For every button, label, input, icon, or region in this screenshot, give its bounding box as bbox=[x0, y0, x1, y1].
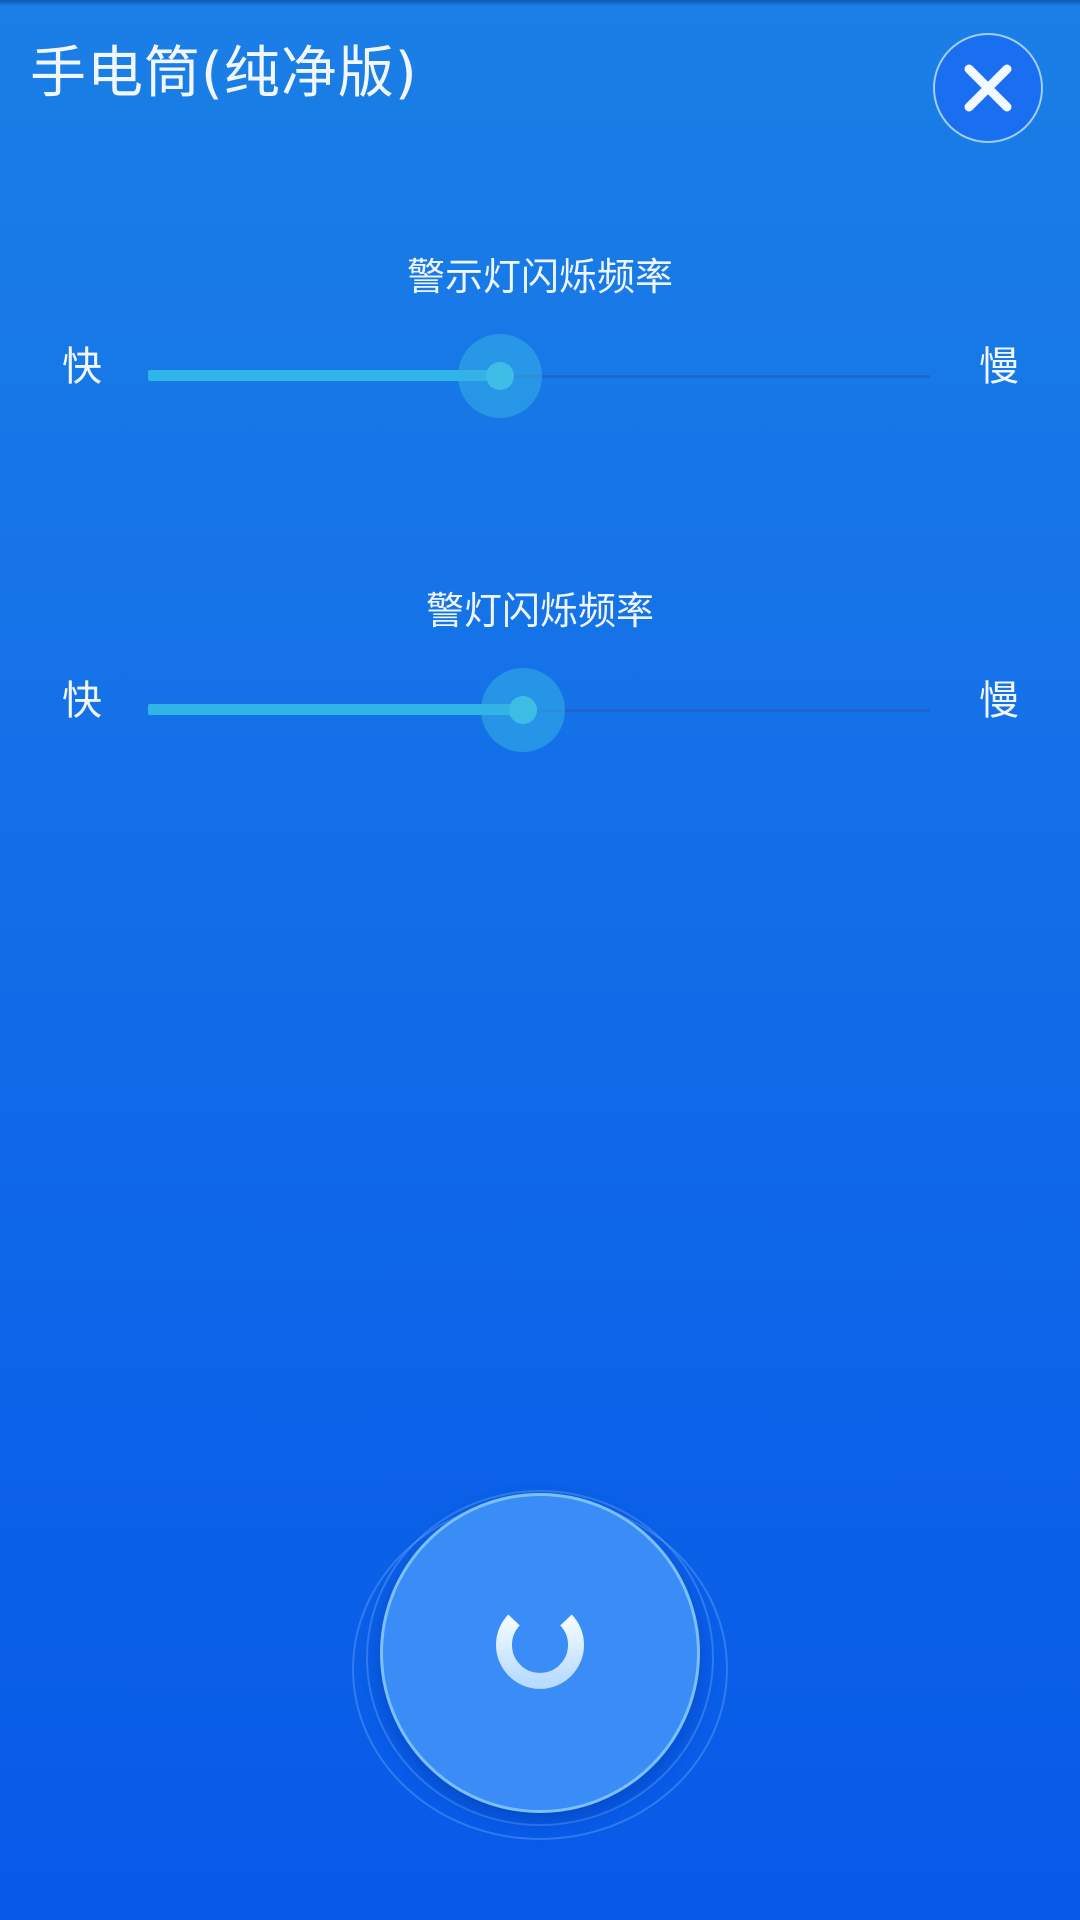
power-button-area bbox=[340, 1460, 740, 1860]
slider-fill bbox=[148, 704, 524, 715]
warning-light-frequency-title: 警示灯闪烁频率 bbox=[406, 255, 673, 299]
police-light-frequency-title: 警灯闪烁频率 bbox=[425, 589, 654, 633]
status-bar-shadow bbox=[0, 0, 1080, 6]
slow-label: 慢 bbox=[979, 678, 1019, 724]
power-button[interactable] bbox=[380, 1493, 700, 1813]
police-light-frequency-slider[interactable] bbox=[148, 665, 930, 755]
close-button[interactable] bbox=[933, 33, 1043, 143]
fast-label: 快 bbox=[62, 678, 102, 724]
slider-thumb-center bbox=[509, 696, 538, 724]
fast-label: 快 bbox=[62, 344, 102, 390]
warning-light-frequency-slider[interactable] bbox=[148, 331, 930, 421]
slider-thumb-center bbox=[485, 362, 514, 390]
slider-thumb[interactable] bbox=[481, 668, 566, 752]
power-icon bbox=[496, 1595, 584, 1689]
app-title: 手电筒(纯净版) bbox=[30, 41, 418, 106]
slider-fill bbox=[148, 370, 500, 381]
slider-thumb[interactable] bbox=[457, 334, 542, 418]
close-icon bbox=[964, 64, 1012, 112]
slow-label: 慢 bbox=[979, 344, 1019, 390]
